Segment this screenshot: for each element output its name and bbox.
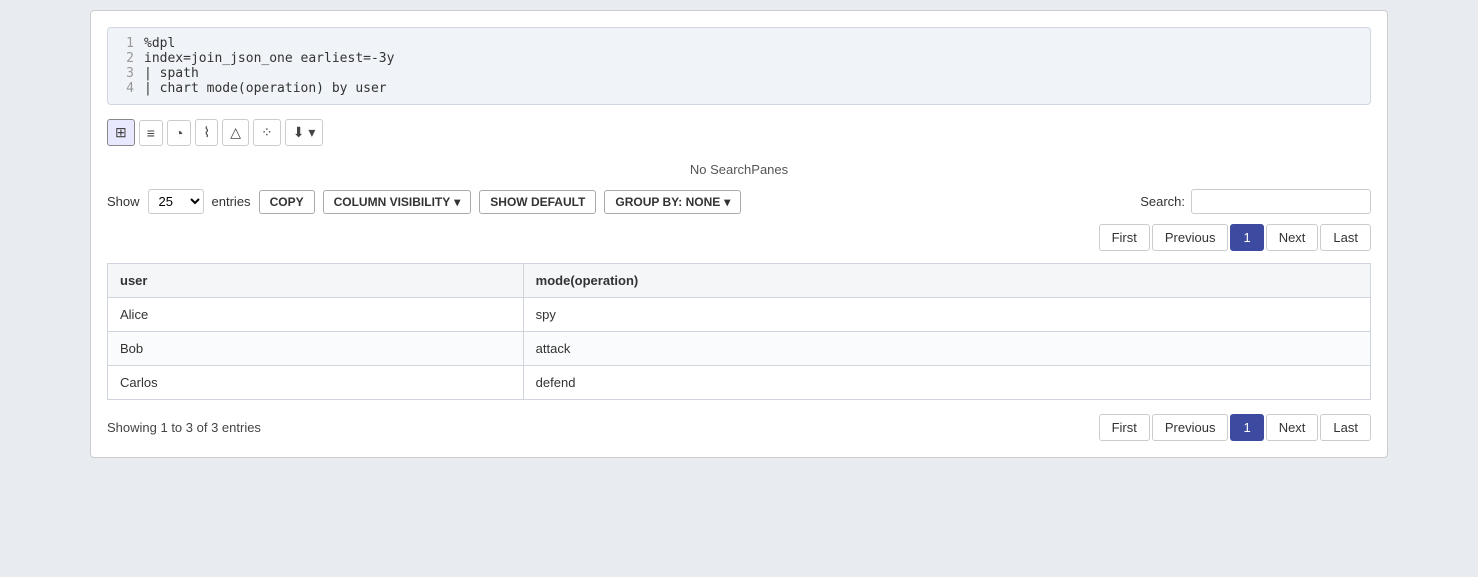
previous-page-bottom-button[interactable]: Previous: [1152, 414, 1229, 441]
current-page-bottom-button[interactable]: 1: [1230, 414, 1263, 441]
search-input[interactable]: [1191, 189, 1371, 214]
column-visibility-label: COLUMN VISIBILITY: [334, 195, 451, 209]
line-code-1: %dpl: [144, 36, 175, 51]
next-page-bottom-button[interactable]: Next: [1266, 414, 1319, 441]
cell-mode-attack: attack: [523, 332, 1370, 366]
col-mode-operation: mode(operation): [523, 264, 1370, 298]
table-row: Bob attack: [108, 332, 1371, 366]
line-num-2: 2: [120, 51, 134, 66]
main-container: 1 %dpl 2 index=join_json_one earliest=-3…: [90, 10, 1388, 458]
group-by-button[interactable]: GROUP BY: NONE ▾: [604, 190, 741, 214]
line-chart-button[interactable]: ⌇: [195, 119, 218, 146]
table-row: Carlos defend: [108, 366, 1371, 400]
copy-button[interactable]: COPY: [259, 190, 315, 214]
table-view-button[interactable]: ⊞: [107, 119, 135, 146]
no-searchpanes-text: No SearchPanes: [107, 162, 1371, 177]
cell-mode-spy: spy: [523, 298, 1370, 332]
table-body: Alice spy Bob attack Carlos defend: [108, 298, 1371, 400]
code-line-4: 4 | chart mode(operation) by user: [120, 81, 1358, 96]
data-table: user mode(operation) Alice spy Bob attac…: [107, 263, 1371, 400]
first-page-top-button[interactable]: First: [1099, 224, 1150, 251]
table-header-row: user mode(operation): [108, 264, 1371, 298]
line-code-4: | chart mode(operation) by user: [144, 81, 387, 96]
line-code-2: index=join_json_one earliest=-3y: [144, 51, 394, 66]
column-visibility-arrow: ▾: [454, 195, 460, 209]
scatter-chart-button[interactable]: ⁘: [253, 119, 281, 146]
code-line-1: 1 %dpl: [120, 36, 1358, 51]
last-page-bottom-button[interactable]: Last: [1320, 414, 1371, 441]
code-line-2: 2 index=join_json_one earliest=-3y: [120, 51, 1358, 66]
pie-chart-button[interactable]: ◔: [167, 120, 191, 146]
pagination-top: First Previous 1 Next Last: [107, 224, 1371, 251]
search-label: Search:: [1140, 194, 1185, 209]
bottom-bar: Showing 1 to 3 of 3 entries First Previo…: [107, 414, 1371, 441]
show-label: Show: [107, 194, 140, 209]
showing-text: Showing 1 to 3 of 3 entries: [107, 420, 261, 435]
current-page-top-button[interactable]: 1: [1230, 224, 1263, 251]
cell-mode-defend: defend: [523, 366, 1370, 400]
controls-bar: Show 25 10 50 100 entries COPY COLUMN VI…: [107, 189, 1371, 214]
previous-page-top-button[interactable]: Previous: [1152, 224, 1229, 251]
group-by-label: GROUP BY: NONE: [615, 195, 720, 209]
table-header: user mode(operation): [108, 264, 1371, 298]
next-page-top-button[interactable]: Next: [1266, 224, 1319, 251]
line-num-3: 3: [120, 66, 134, 81]
table-row: Alice spy: [108, 298, 1371, 332]
line-code-3: | spath: [144, 66, 199, 81]
area-chart-button[interactable]: △: [222, 119, 249, 146]
bar-chart-button[interactable]: ≡: [139, 120, 163, 146]
cell-user-alice: Alice: [108, 298, 524, 332]
line-num-4: 4: [120, 81, 134, 96]
first-page-bottom-button[interactable]: First: [1099, 414, 1150, 441]
code-block: 1 %dpl 2 index=join_json_one earliest=-3…: [107, 27, 1371, 105]
cell-user-carlos: Carlos: [108, 366, 524, 400]
code-line-3: 3 | spath: [120, 66, 1358, 81]
pagination-bottom: First Previous 1 Next Last: [1099, 414, 1371, 441]
cell-user-bob: Bob: [108, 332, 524, 366]
search-area: Search:: [1140, 189, 1371, 214]
col-user: user: [108, 264, 524, 298]
column-visibility-button[interactable]: COLUMN VISIBILITY ▾: [323, 190, 472, 214]
show-default-button[interactable]: SHOW DEFAULT: [479, 190, 596, 214]
entries-select[interactable]: 25 10 50 100: [148, 189, 204, 214]
chart-toolbar: ⊞ ≡ ◔ ⌇ △ ⁘ ⬇ ▾: [107, 119, 1371, 146]
entries-label: entries: [212, 194, 251, 209]
last-page-top-button[interactable]: Last: [1320, 224, 1371, 251]
download-button[interactable]: ⬇ ▾: [285, 119, 324, 146]
line-num-1: 1: [120, 36, 134, 51]
group-by-arrow: ▾: [724, 195, 730, 209]
